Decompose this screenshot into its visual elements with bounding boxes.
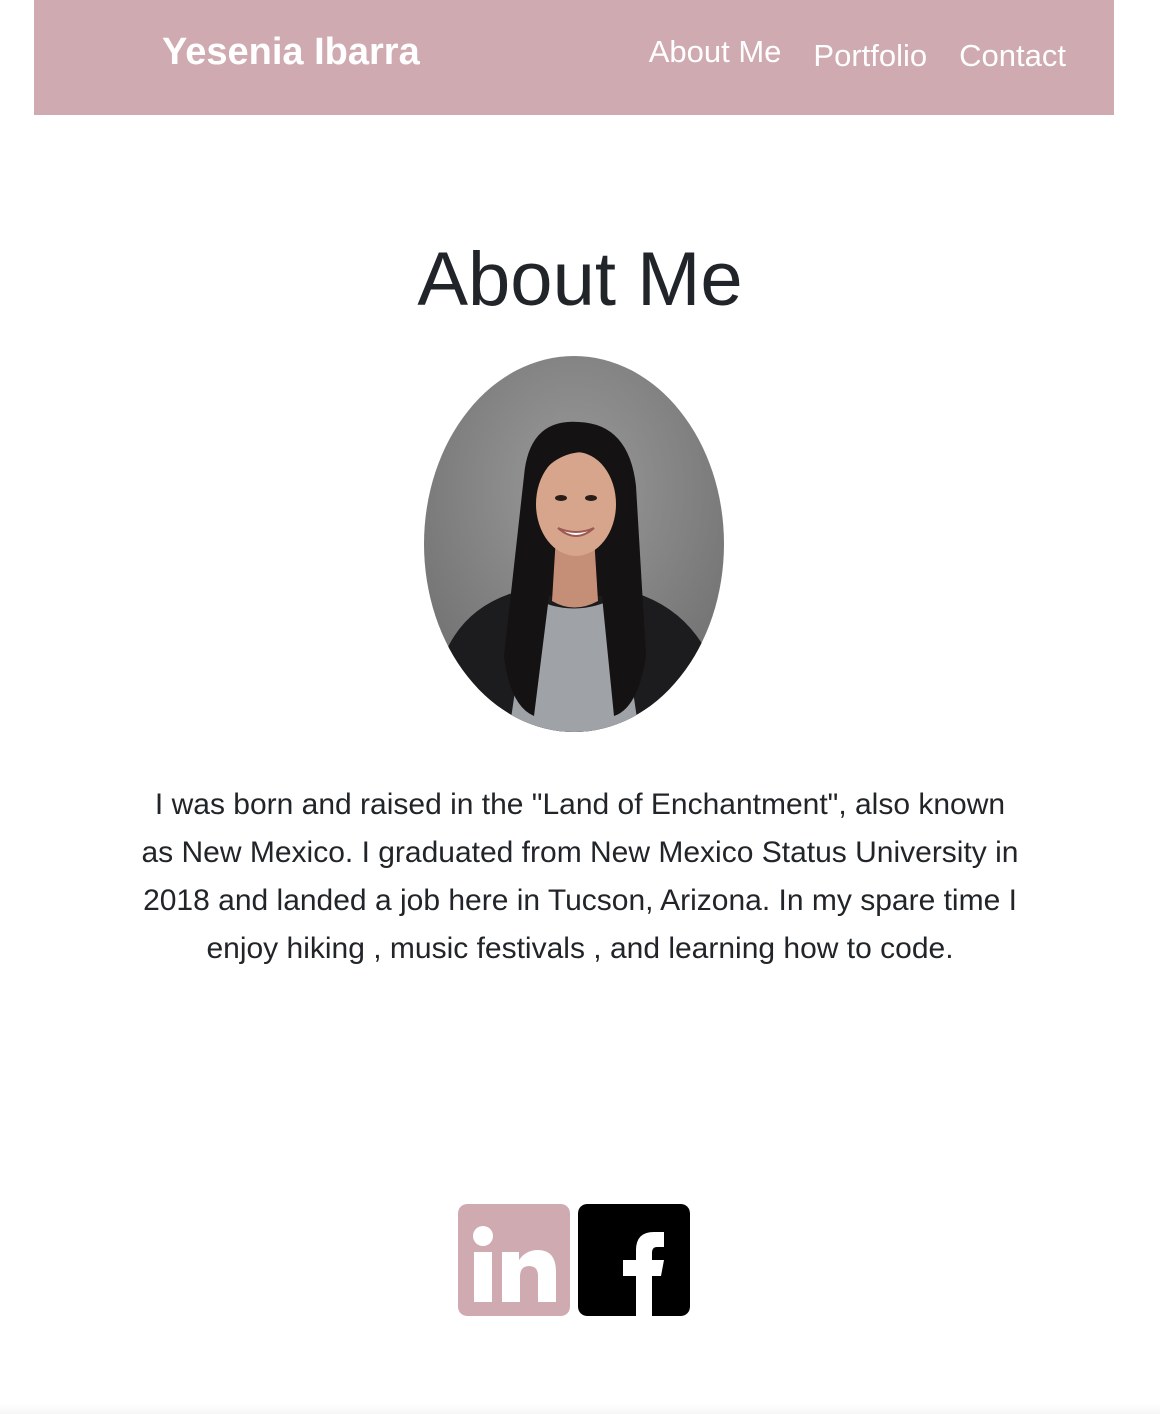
linkedin-icon[interactable] <box>458 1204 570 1316</box>
brand-link[interactable]: Yesenia Ibarra <box>162 29 420 75</box>
navbar: Yesenia Ibarra About Me Portfolio Contac… <box>34 0 1114 115</box>
nav-link-contact[interactable]: Contact <box>959 36 1066 76</box>
page-title: About Me <box>417 237 743 322</box>
nav-link-portfolio[interactable]: Portfolio <box>813 36 927 76</box>
bio-paragraph: I was born and raised in the "Land of En… <box>141 788 1019 965</box>
facebook-icon[interactable] <box>578 1204 690 1316</box>
nav-link-about-me[interactable]: About Me <box>649 32 782 76</box>
footer <box>0 1404 1160 1414</box>
portrait-photo <box>424 356 724 732</box>
social-links <box>458 1204 690 1316</box>
nav-links: About Me Portfolio Contact <box>649 34 1066 76</box>
